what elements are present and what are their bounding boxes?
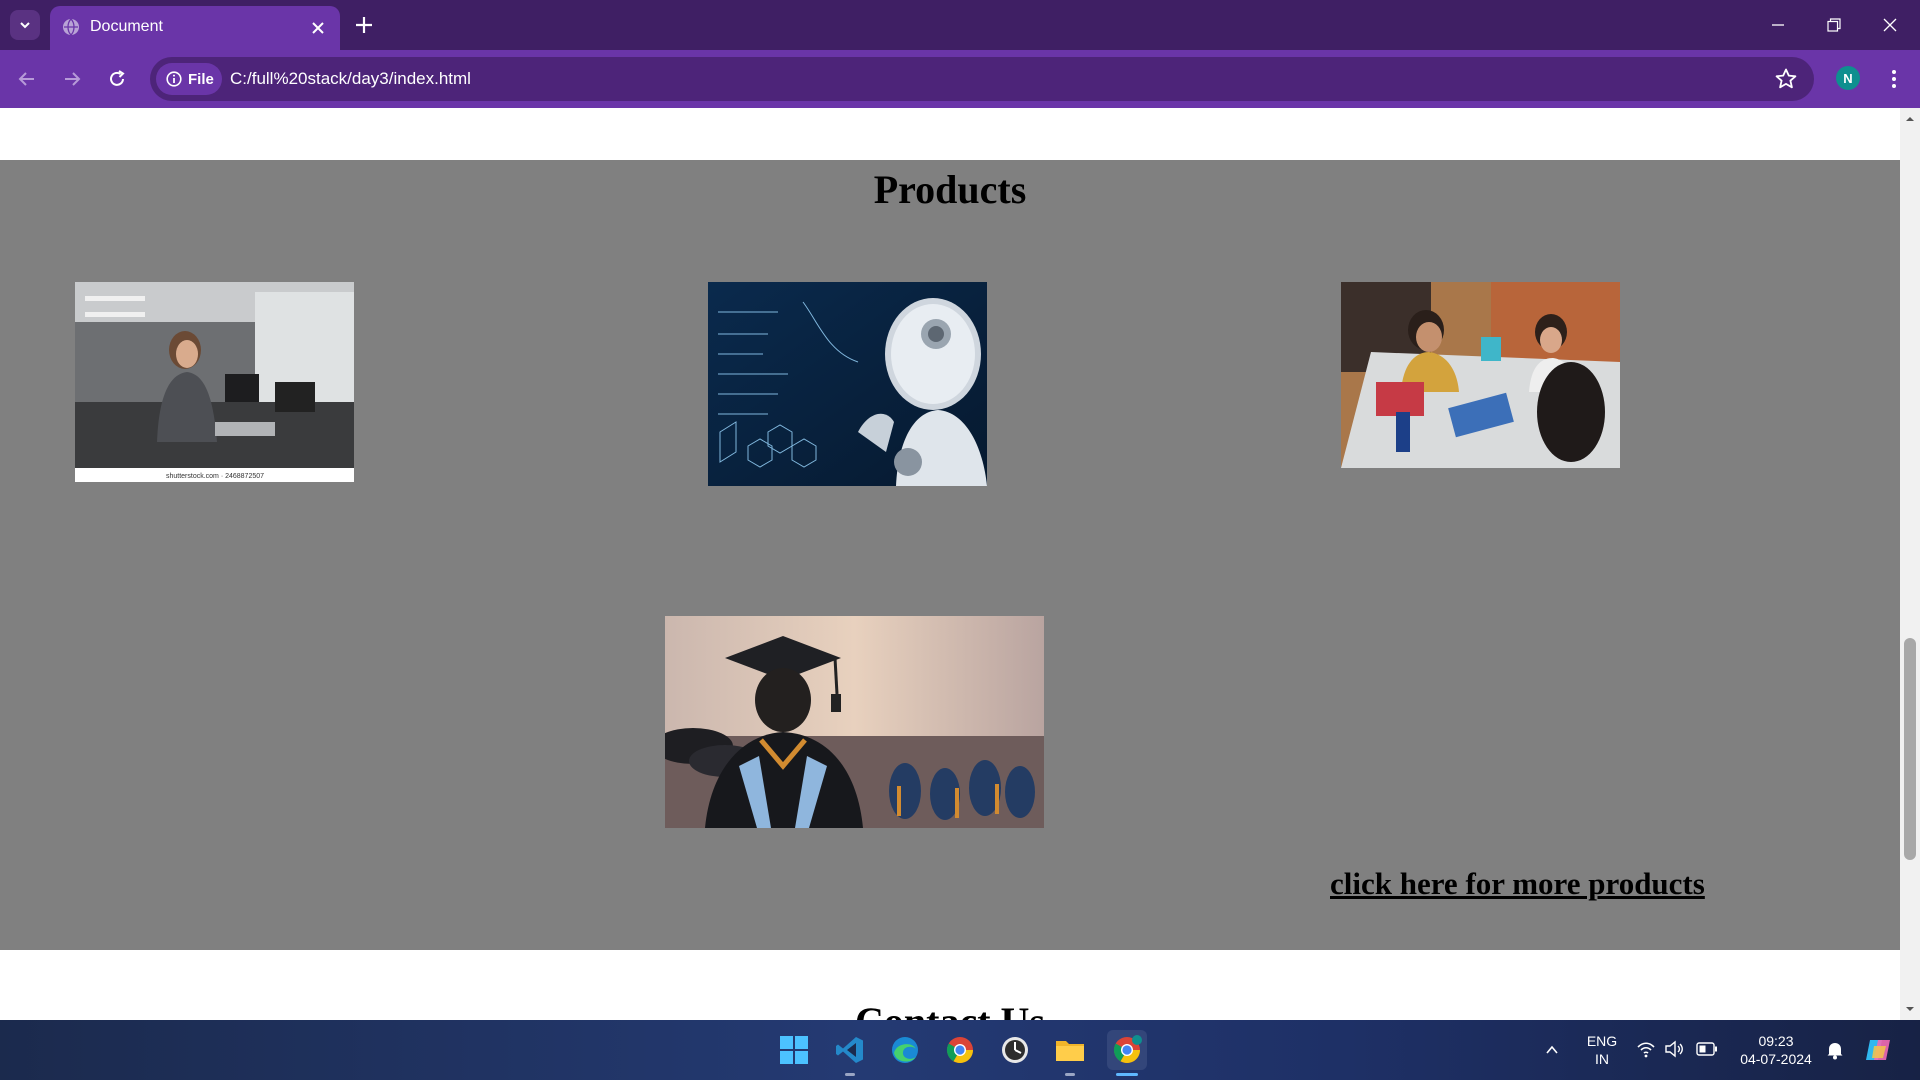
students-photo	[1341, 282, 1620, 468]
site-info-chip[interactable]: File	[156, 63, 222, 95]
windows-logo-icon	[780, 1036, 808, 1064]
close-icon	[1883, 18, 1897, 32]
copilot-icon[interactable]	[1864, 1036, 1894, 1064]
chevron-up-icon[interactable]	[1544, 1042, 1560, 1058]
language-indicator[interactable]: ENG IN	[1580, 1032, 1624, 1068]
more-vertical-icon	[1892, 70, 1896, 88]
battery-icon[interactable]	[1696, 1042, 1718, 1056]
clock-icon	[1002, 1037, 1028, 1063]
chrome-active-indicator	[1116, 1073, 1138, 1076]
browser-toolbar: File C:/full%20stack/day3/index.html N	[0, 50, 1920, 108]
edge-icon	[892, 1037, 918, 1063]
chrome-profile-icon	[1113, 1035, 1142, 1064]
folder-icon	[1056, 1041, 1084, 1061]
restore-button[interactable]	[1814, 10, 1854, 40]
restore-icon	[1827, 18, 1841, 32]
windows-taskbar: ENG IN 09:23 04-07-2024	[0, 1020, 1920, 1080]
scroll-up-icon[interactable]	[1905, 114, 1915, 124]
stock-photo-caption: shutterstock.com · 2468872507	[166, 473, 264, 480]
lab-photo: shutterstock.com · 2468872507	[75, 282, 354, 482]
page-scrollbar[interactable]	[1900, 108, 1920, 1020]
new-tab-icon[interactable]	[352, 13, 376, 37]
clock[interactable]: 09:23 04-07-2024	[1736, 1032, 1816, 1068]
taskbar-edge[interactable]	[887, 1032, 923, 1068]
reload-button[interactable]	[104, 66, 130, 92]
explorer-running-indicator	[1065, 1073, 1075, 1076]
minimize-icon	[1772, 24, 1784, 26]
clock-time: 09:23	[1758, 1033, 1794, 1049]
close-window-button[interactable]	[1870, 10, 1910, 40]
wifi-icon[interactable]	[1636, 1040, 1656, 1058]
browser-menu-button[interactable]	[1882, 66, 1906, 92]
scroll-down-icon[interactable]	[1905, 1004, 1915, 1014]
arrow-right-icon	[65, 72, 81, 86]
taskbar-file-explorer[interactable]	[1052, 1032, 1088, 1068]
taskbar-chrome[interactable]	[942, 1032, 978, 1068]
tab-title: Document	[90, 18, 163, 35]
bookmark-star-icon[interactable]	[1774, 67, 1798, 91]
product-image-graduate	[665, 616, 1044, 828]
notification-bell-icon[interactable]	[1826, 1040, 1844, 1060]
vscode-icon	[836, 1037, 863, 1063]
products-heading: Products	[873, 167, 1027, 212]
reload-icon	[110, 70, 125, 86]
browser-tab[interactable]: Document	[50, 6, 340, 50]
robot-photo	[708, 282, 987, 486]
profile-avatar[interactable]: N	[1836, 66, 1860, 90]
start-button[interactable]	[776, 1032, 812, 1068]
forward-button[interactable]	[59, 66, 85, 92]
globe-icon	[63, 18, 79, 36]
graduate-photo	[665, 616, 1044, 828]
chrome-icon	[946, 1037, 974, 1064]
tab-search-button[interactable]	[10, 10, 40, 40]
products-section: Products shutterstock.com · 2468872507 c…	[0, 160, 1900, 950]
close-tab-icon[interactable]	[308, 18, 328, 38]
scroll-thumb[interactable]	[1904, 638, 1916, 860]
taskbar-clock-app[interactable]	[997, 1032, 1033, 1068]
back-button[interactable]	[14, 66, 40, 92]
minimize-button[interactable]	[1758, 10, 1798, 40]
address-bar[interactable]: File C:/full%20stack/day3/index.html	[150, 57, 1814, 101]
arrow-left-icon	[18, 72, 34, 86]
info-icon	[166, 71, 182, 87]
language-primary: ENG	[1586, 1033, 1618, 1049]
product-image-robot	[708, 282, 987, 486]
site-chip-label: File	[188, 70, 214, 88]
volume-icon[interactable]	[1664, 1040, 1684, 1058]
chevron-down-icon	[20, 22, 30, 29]
more-products-link[interactable]: click here for more products	[1330, 866, 1705, 902]
page-viewport: Products shutterstock.com · 2468872507 c…	[0, 108, 1900, 1020]
taskbar-chrome-profile[interactable]	[1107, 1030, 1147, 1070]
clock-date: 04-07-2024	[1740, 1051, 1812, 1067]
language-secondary: IN	[1595, 1051, 1609, 1067]
browser-tab-strip: Document	[0, 0, 1920, 50]
contact-heading: Contact Us	[0, 998, 1900, 1020]
url-text[interactable]: C:/full%20stack/day3/index.html	[230, 69, 471, 89]
product-image-lab: shutterstock.com · 2468872507	[75, 282, 354, 482]
product-image-students	[1341, 282, 1620, 468]
vscode-running-indicator	[845, 1073, 855, 1076]
taskbar-vscode[interactable]	[832, 1032, 868, 1068]
